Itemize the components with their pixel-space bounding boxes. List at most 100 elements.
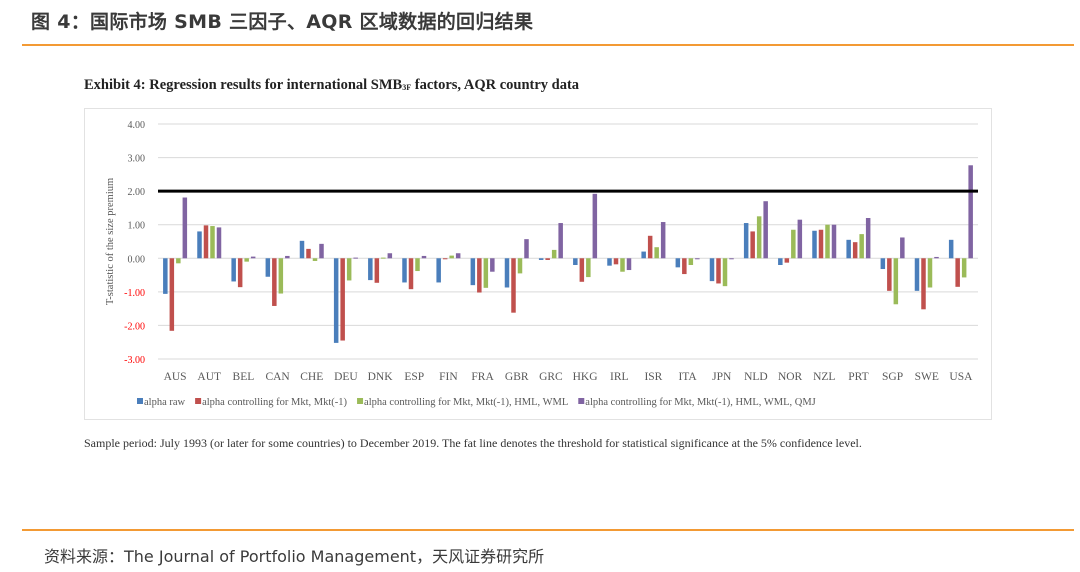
x-tick-label: NLD: [744, 371, 768, 383]
bar: [675, 258, 681, 268]
bar: [948, 239, 954, 259]
legend-swatch: [578, 398, 585, 404]
y-tick-label: 4.00: [128, 120, 146, 131]
bar: [763, 201, 768, 259]
legend-label: alpha controlling for Mkt, Mkt(-1), HML,…: [364, 397, 568, 408]
bar: [709, 258, 715, 282]
bar: [592, 193, 598, 259]
bar: [517, 258, 523, 274]
bar: [306, 248, 311, 259]
y-tick-label: 2.00: [128, 187, 146, 198]
x-tick-label: NOR: [778, 371, 803, 383]
x-tick-label: NZL: [813, 371, 835, 383]
bar: [237, 258, 243, 288]
bar: [299, 240, 305, 259]
bar: [524, 239, 529, 259]
bar: [449, 255, 454, 259]
x-tick-label: SWE: [915, 371, 939, 383]
legend-label: alpha controlling for Mkt, Mkt(-1): [202, 397, 347, 408]
bar-chart: 4.00 3.00 2.00 1.00 0.00 -1.00 -2.00 -3.00 T-sta…: [105, 120, 978, 408]
bottom-divider: [22, 529, 1074, 531]
bar: [197, 231, 202, 259]
bar: [846, 239, 851, 259]
bar: [368, 258, 373, 281]
bar: [722, 258, 728, 287]
y-tick-label: -3.00: [124, 355, 145, 366]
bar: [893, 258, 899, 305]
bar: [756, 216, 762, 259]
y-tick-label: -1.00: [124, 288, 145, 299]
bar: [387, 253, 393, 259]
bar: [278, 258, 284, 294]
bar: [955, 258, 960, 287]
bar: [880, 258, 886, 270]
legend-swatch: [137, 398, 143, 404]
bar: [169, 258, 175, 331]
y-tick-label: 3.00: [128, 154, 146, 165]
bar: [607, 258, 612, 266]
bar: [778, 258, 783, 265]
source-text: 资料来源：The Journal of Portfolio Management…: [44, 547, 545, 566]
bar: [538, 258, 544, 260]
bar: [825, 224, 830, 259]
bar: [470, 258, 476, 286]
bar: [477, 258, 482, 293]
bar: [818, 229, 824, 259]
bar: [210, 226, 215, 259]
bar: [250, 256, 256, 259]
bar: [579, 258, 585, 282]
bar: [244, 258, 249, 262]
bar: [743, 223, 749, 259]
bar: [182, 197, 188, 259]
legend-swatch: [195, 398, 202, 404]
bar: [381, 257, 386, 259]
bar: [455, 253, 461, 259]
x-tick-label: DEU: [334, 371, 358, 383]
bar: [272, 258, 277, 306]
bar: [660, 222, 666, 259]
bar: [716, 258, 721, 284]
bar: [914, 258, 920, 291]
bar: [374, 258, 380, 283]
bar: [968, 165, 973, 259]
x-tick-label: FIN: [439, 371, 458, 383]
bar: [791, 229, 796, 259]
x-tick-label: AUT: [197, 371, 221, 383]
bar: [620, 258, 625, 272]
bar: [586, 258, 591, 278]
bar: [265, 258, 271, 277]
y-tick-label: -2.00: [124, 321, 145, 332]
x-tick-label: GBR: [505, 371, 529, 383]
x-tick-label: HKG: [573, 371, 598, 383]
x-tick-label: ITA: [678, 371, 697, 383]
x-tick-label: SGP: [882, 371, 903, 383]
bar: [558, 223, 563, 259]
bar: [436, 258, 441, 283]
bar: [647, 235, 653, 259]
bar: [163, 258, 168, 294]
bar: [340, 258, 345, 341]
bar: [203, 225, 209, 259]
bar: [333, 258, 339, 343]
bar: [402, 258, 407, 283]
bar: [654, 247, 659, 259]
legend-label: alpha raw: [144, 397, 186, 408]
bar: [934, 256, 939, 259]
x-tick-label: CAN: [265, 371, 290, 383]
bar: [319, 243, 324, 259]
bar: [887, 258, 892, 291]
bar: [613, 258, 619, 265]
bar: [961, 258, 967, 278]
bar: [641, 251, 646, 259]
bar: [415, 258, 420, 272]
x-tick-label: ESP: [404, 371, 424, 383]
bar: [812, 230, 817, 259]
legend-label: alpha controlling for Mkt, Mkt(-1), HML,…: [585, 397, 816, 408]
bar: [831, 224, 837, 259]
x-tick-label: PRT: [848, 371, 868, 383]
bar: [490, 258, 495, 272]
x-tick-label: JPN: [712, 371, 732, 383]
bar: [483, 258, 489, 288]
bar: [346, 258, 352, 281]
bar: [729, 258, 734, 260]
